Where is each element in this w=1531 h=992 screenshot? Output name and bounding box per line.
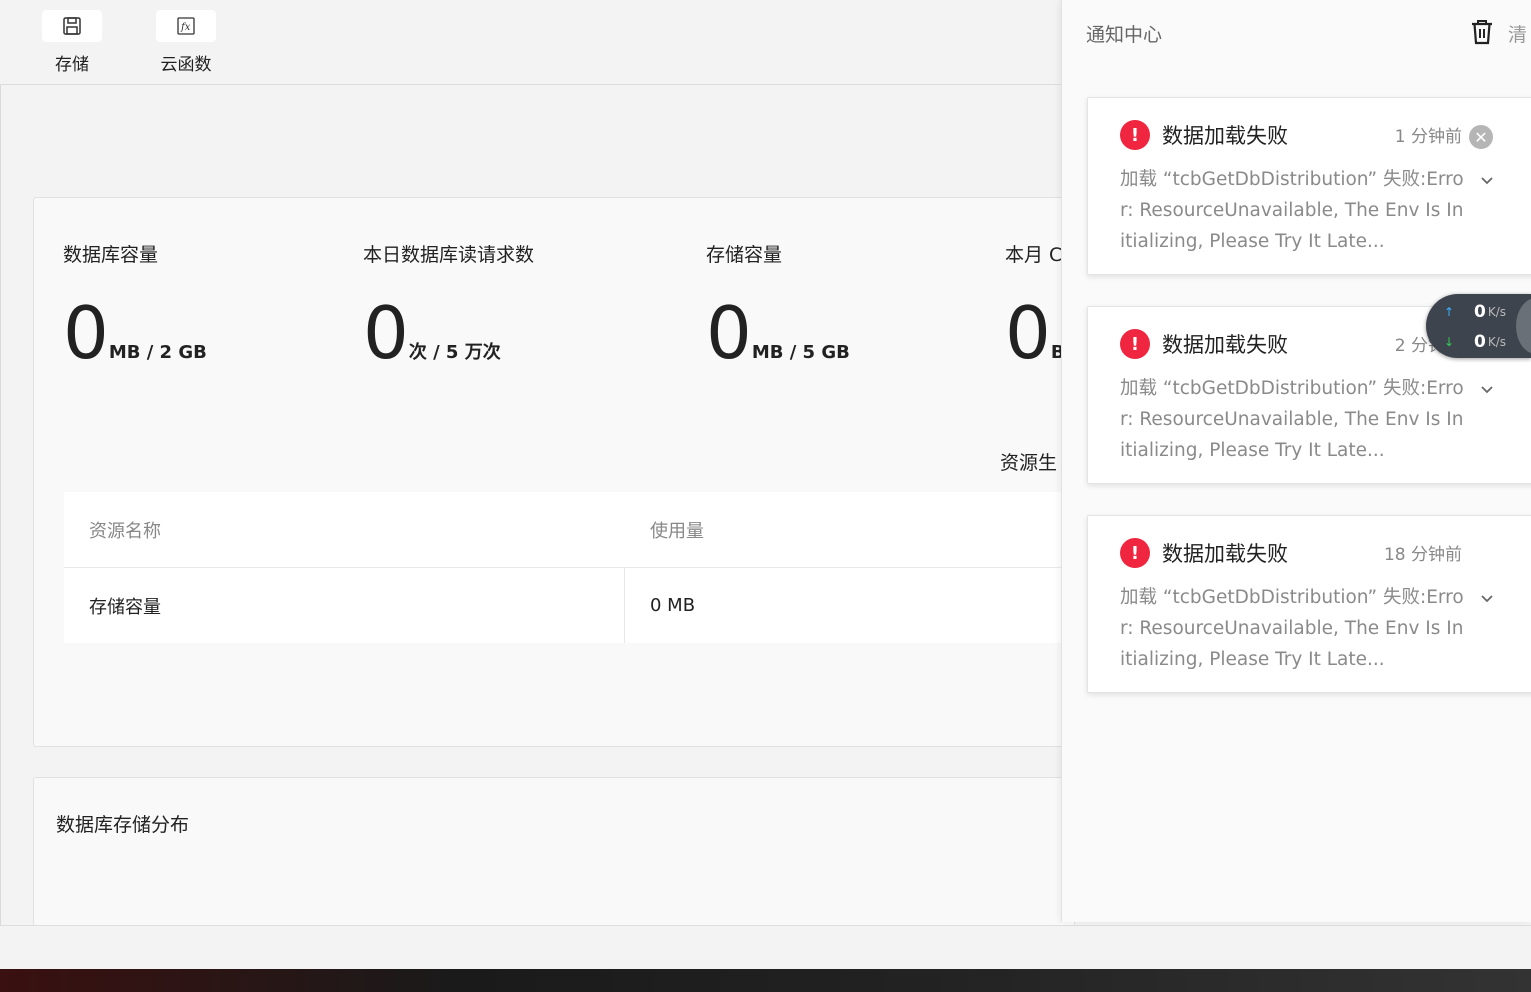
notification-center-panel: 通知中心 清 ! 数据加载失败 1 分钟前 ✕ 加载 “tcbGetDbDist… [1061, 0, 1531, 922]
table-header: 资源名称 使用量 [64, 492, 1074, 568]
card-title: 数据库存储分布 [56, 814, 190, 836]
main-content: 数据库容量 0 MB / 2 GB 本日数据库读请求数 0次 / 5 万次 存储容… [0, 85, 1076, 939]
resource-table: 资源名称 使用量 存储容量 0 MB [64, 492, 1074, 643]
error-icon: ! [1120, 329, 1150, 359]
error-icon: ! [1120, 120, 1150, 150]
upload-arrow-icon: ↑ [1444, 305, 1455, 319]
notification-time: 1 分钟前 [1394, 127, 1462, 147]
upload-speed-value: 0 [1474, 302, 1486, 322]
stat-value: 0 [1005, 291, 1051, 375]
stat-unit: 次 / 5 万次 [408, 342, 501, 363]
chevron-down-icon[interactable] [1480, 385, 1494, 395]
stat-label: 存储容量 [706, 244, 783, 266]
stat-value: 0 [706, 291, 752, 375]
table-row: 存储容量 0 MB [64, 568, 1074, 643]
download-speed-unit: K/s [1487, 335, 1507, 349]
notification-title: 数据加载失败 [1162, 542, 1288, 566]
stat-value: 0 [63, 291, 109, 375]
status-bar [0, 925, 1531, 970]
notification-title: 数据加载失败 [1162, 333, 1288, 357]
download-speed-value: 0 [1474, 332, 1486, 352]
table-header-cell: 资源名称 [89, 520, 161, 542]
network-speed-widget[interactable]: ↑ 0 K/s ↓ 0 K/s [1426, 294, 1531, 358]
table-cell: 存储容量 [64, 568, 625, 643]
storage-tool[interactable]: 存储 [40, 10, 104, 75]
stat-db-capacity: 数据库容量 0 MB / 2 GB [63, 240, 207, 369]
chevron-down-icon[interactable] [1480, 176, 1494, 186]
stat-label: 本日数据库读请求数 [363, 244, 535, 266]
stat-label: 数据库容量 [63, 244, 159, 266]
notification-time: 18 分钟前 [1383, 545, 1462, 565]
os-taskbar [0, 969, 1531, 992]
stat-unit: MB / 2 GB [108, 342, 207, 363]
notification-item[interactable]: ! 数据加载失败 18 分钟前 加载 “tcbGetDbDistribution… [1087, 515, 1531, 693]
db-storage-distribution-card: 数据库存储分布 [33, 777, 1075, 939]
storage-label: 存储 [55, 55, 89, 75]
stat-storage-capacity: 存储容量 0 MB / 5 GB [706, 240, 850, 369]
resource-generation-label: 资源生 [1000, 452, 1058, 474]
table-header-cell: 使用量 [650, 520, 704, 542]
stat-value: 0 [363, 291, 409, 375]
top-toolbar: 存储 fx 云函数 [0, 0, 1061, 85]
notification-body: 加载 “tcbGetDbDistribution” 失败:Error: Reso… [1120, 169, 1464, 252]
svg-text:fx: fx [180, 22, 191, 33]
notification-body: 加载 “tcbGetDbDistribution” 失败:Error: Reso… [1120, 587, 1464, 670]
notification-body: 加载 “tcbGetDbDistribution” 失败:Error: Reso… [1120, 378, 1464, 461]
usage-card: 数据库容量 0 MB / 2 GB 本日数据库读请求数 0次 / 5 万次 存储容… [33, 197, 1076, 747]
notification-title: 数据加载失败 [1162, 124, 1288, 148]
clear-all-button[interactable]: 清 [1508, 20, 1527, 47]
save-icon [63, 17, 81, 35]
stat-db-reads: 本日数据库读请求数 0次 / 5 万次 [363, 240, 534, 369]
table-cell: 0 MB [650, 595, 696, 616]
storage-button[interactable] [42, 10, 102, 42]
cloud-function-label: 云函数 [160, 55, 212, 75]
notification-item[interactable]: ! 数据加载失败 1 分钟前 ✕ 加载 “tcbGetDbDistributio… [1087, 97, 1531, 275]
cloud-function-button[interactable]: fx [156, 10, 216, 42]
chevron-down-icon[interactable] [1480, 594, 1494, 604]
close-icon[interactable]: ✕ [1469, 125, 1493, 149]
download-arrow-icon: ↓ [1444, 335, 1455, 349]
error-icon: ! [1120, 538, 1150, 568]
stat-unit: MB / 5 GB [751, 342, 850, 363]
function-icon: fx [177, 17, 195, 35]
trash-icon[interactable] [1468, 18, 1496, 46]
widget-ring [1516, 298, 1531, 354]
upload-speed-unit: K/s [1487, 305, 1507, 319]
panel-title: 通知中心 [1086, 24, 1163, 46]
cloud-function-tool[interactable]: fx 云函数 [154, 10, 218, 75]
